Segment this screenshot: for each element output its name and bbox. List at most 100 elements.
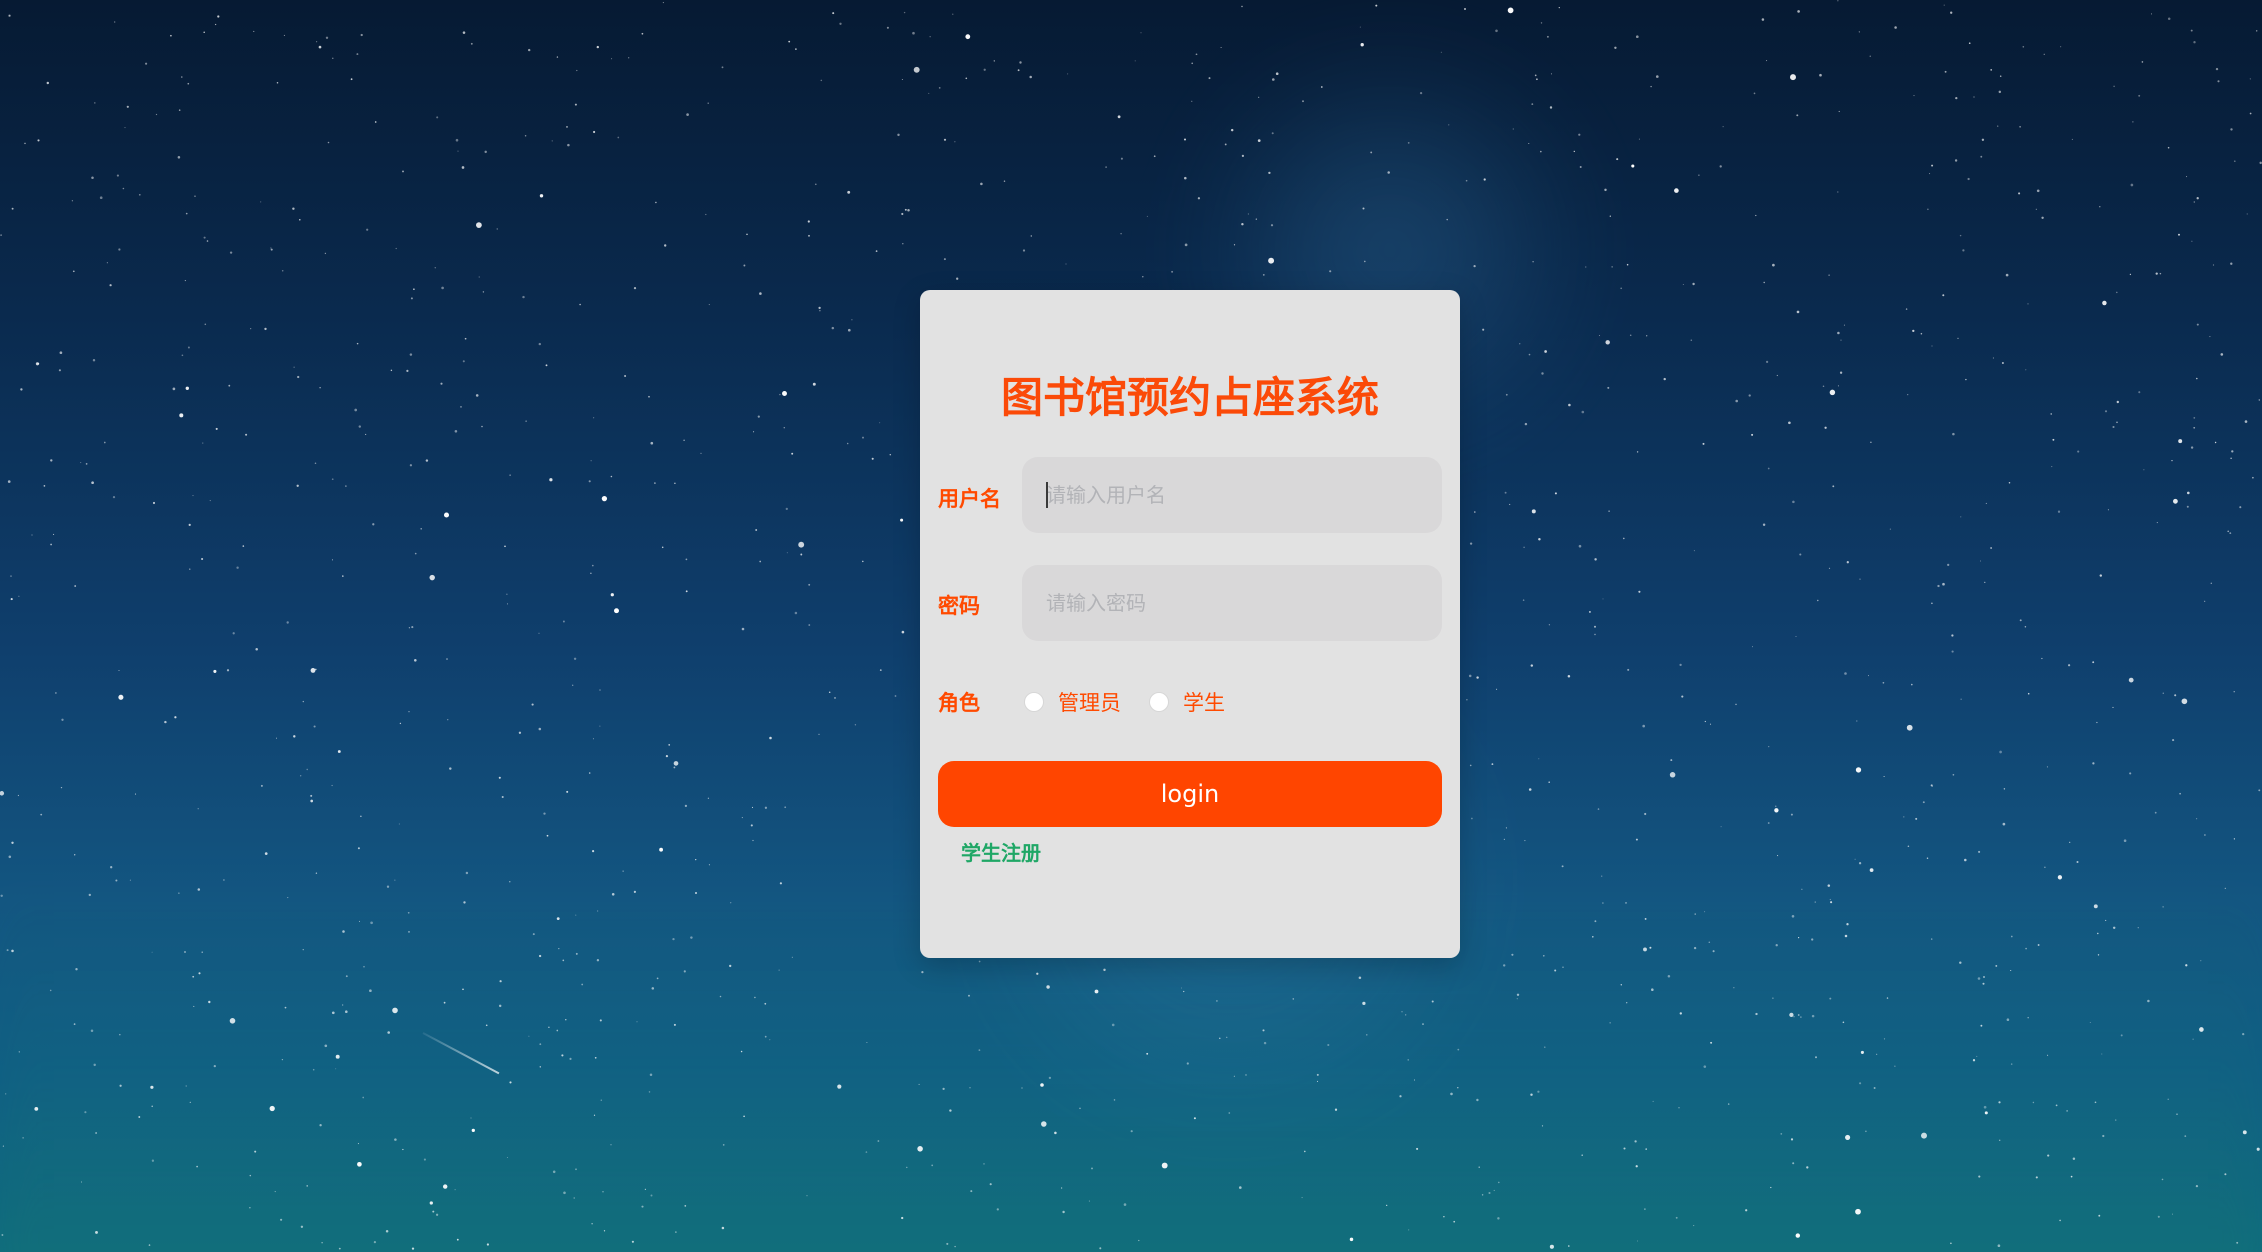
student-radio-label[interactable]: 学生 xyxy=(1183,687,1225,717)
star xyxy=(53,533,55,535)
star xyxy=(599,725,601,727)
star xyxy=(281,270,284,272)
star xyxy=(2255,30,2258,32)
star xyxy=(903,11,906,14)
star xyxy=(2192,1038,2194,1040)
star xyxy=(300,1225,304,1228)
star xyxy=(2214,441,2217,444)
star xyxy=(413,288,415,291)
star xyxy=(310,799,314,803)
star xyxy=(2055,1104,2058,1107)
star xyxy=(306,768,308,771)
star xyxy=(2224,887,2226,890)
star xyxy=(72,270,75,273)
star xyxy=(2172,1213,2173,1215)
star xyxy=(539,1066,542,1068)
star xyxy=(575,952,578,955)
star xyxy=(2032,1101,2035,1104)
star xyxy=(354,408,358,412)
star xyxy=(1542,954,1545,957)
star xyxy=(1635,35,1639,39)
star xyxy=(91,481,94,485)
star xyxy=(1822,385,1825,387)
admin-radio[interactable] xyxy=(1024,692,1044,712)
password-input[interactable] xyxy=(1044,564,1442,642)
star xyxy=(1626,263,1629,266)
star xyxy=(746,233,748,236)
star xyxy=(1594,920,1597,923)
star xyxy=(1226,1036,1228,1038)
login-button[interactable]: login xyxy=(938,761,1442,827)
star xyxy=(2239,506,2242,509)
star xyxy=(1944,70,1947,73)
star xyxy=(2210,582,2212,584)
star xyxy=(651,987,655,990)
star xyxy=(1894,1065,1896,1067)
star xyxy=(1536,78,1538,81)
star xyxy=(10,575,12,577)
star xyxy=(40,813,43,816)
student-register-link[interactable]: 学生注册 xyxy=(961,837,1041,866)
star xyxy=(522,295,525,299)
star xyxy=(929,36,931,38)
star xyxy=(134,793,137,795)
username-field[interactable] xyxy=(1022,456,1442,534)
star xyxy=(785,507,788,511)
star xyxy=(2024,625,2027,628)
star xyxy=(2128,677,2134,683)
star xyxy=(611,58,613,60)
star xyxy=(1567,1245,1570,1247)
star xyxy=(1538,537,1541,541)
star xyxy=(2212,264,2215,266)
star xyxy=(690,936,693,939)
star xyxy=(88,893,91,897)
star xyxy=(1767,467,1770,470)
star xyxy=(2069,841,2071,843)
star xyxy=(2157,1215,2160,1218)
star xyxy=(1578,133,1581,136)
star xyxy=(1952,432,1955,436)
star xyxy=(1573,150,1576,153)
star xyxy=(1635,838,1638,841)
star xyxy=(820,79,823,82)
star xyxy=(631,1240,634,1243)
star xyxy=(1224,143,1227,146)
star xyxy=(138,193,141,196)
star xyxy=(2036,189,2040,193)
star xyxy=(1598,334,1601,337)
star xyxy=(357,1161,362,1167)
star xyxy=(178,892,180,894)
star xyxy=(1528,143,1530,144)
star xyxy=(707,102,709,104)
star xyxy=(1797,10,1800,13)
star xyxy=(668,744,671,746)
star xyxy=(877,1140,880,1142)
star xyxy=(395,247,397,250)
star xyxy=(2116,421,2118,424)
star xyxy=(1601,875,1603,877)
star xyxy=(921,970,924,974)
star xyxy=(1531,509,1536,514)
password-field[interactable] xyxy=(1022,564,1442,642)
username-input[interactable] xyxy=(1044,456,1442,534)
star xyxy=(2176,1113,2178,1115)
star xyxy=(498,776,501,779)
admin-radio-label[interactable]: 管理员 xyxy=(1058,687,1121,717)
star xyxy=(360,33,363,37)
star xyxy=(1469,764,1472,767)
student-radio[interactable] xyxy=(1149,692,1169,712)
star xyxy=(2190,446,2194,449)
star xyxy=(764,806,768,809)
star xyxy=(591,564,594,567)
star xyxy=(302,700,304,703)
star xyxy=(2233,691,2235,693)
star xyxy=(1473,264,1476,268)
star xyxy=(1753,92,1756,95)
star xyxy=(1230,128,1234,132)
star xyxy=(1453,1220,1456,1223)
star xyxy=(2230,262,2233,265)
star xyxy=(1670,759,1673,762)
star xyxy=(197,808,199,810)
star xyxy=(574,103,577,106)
star xyxy=(786,552,788,554)
